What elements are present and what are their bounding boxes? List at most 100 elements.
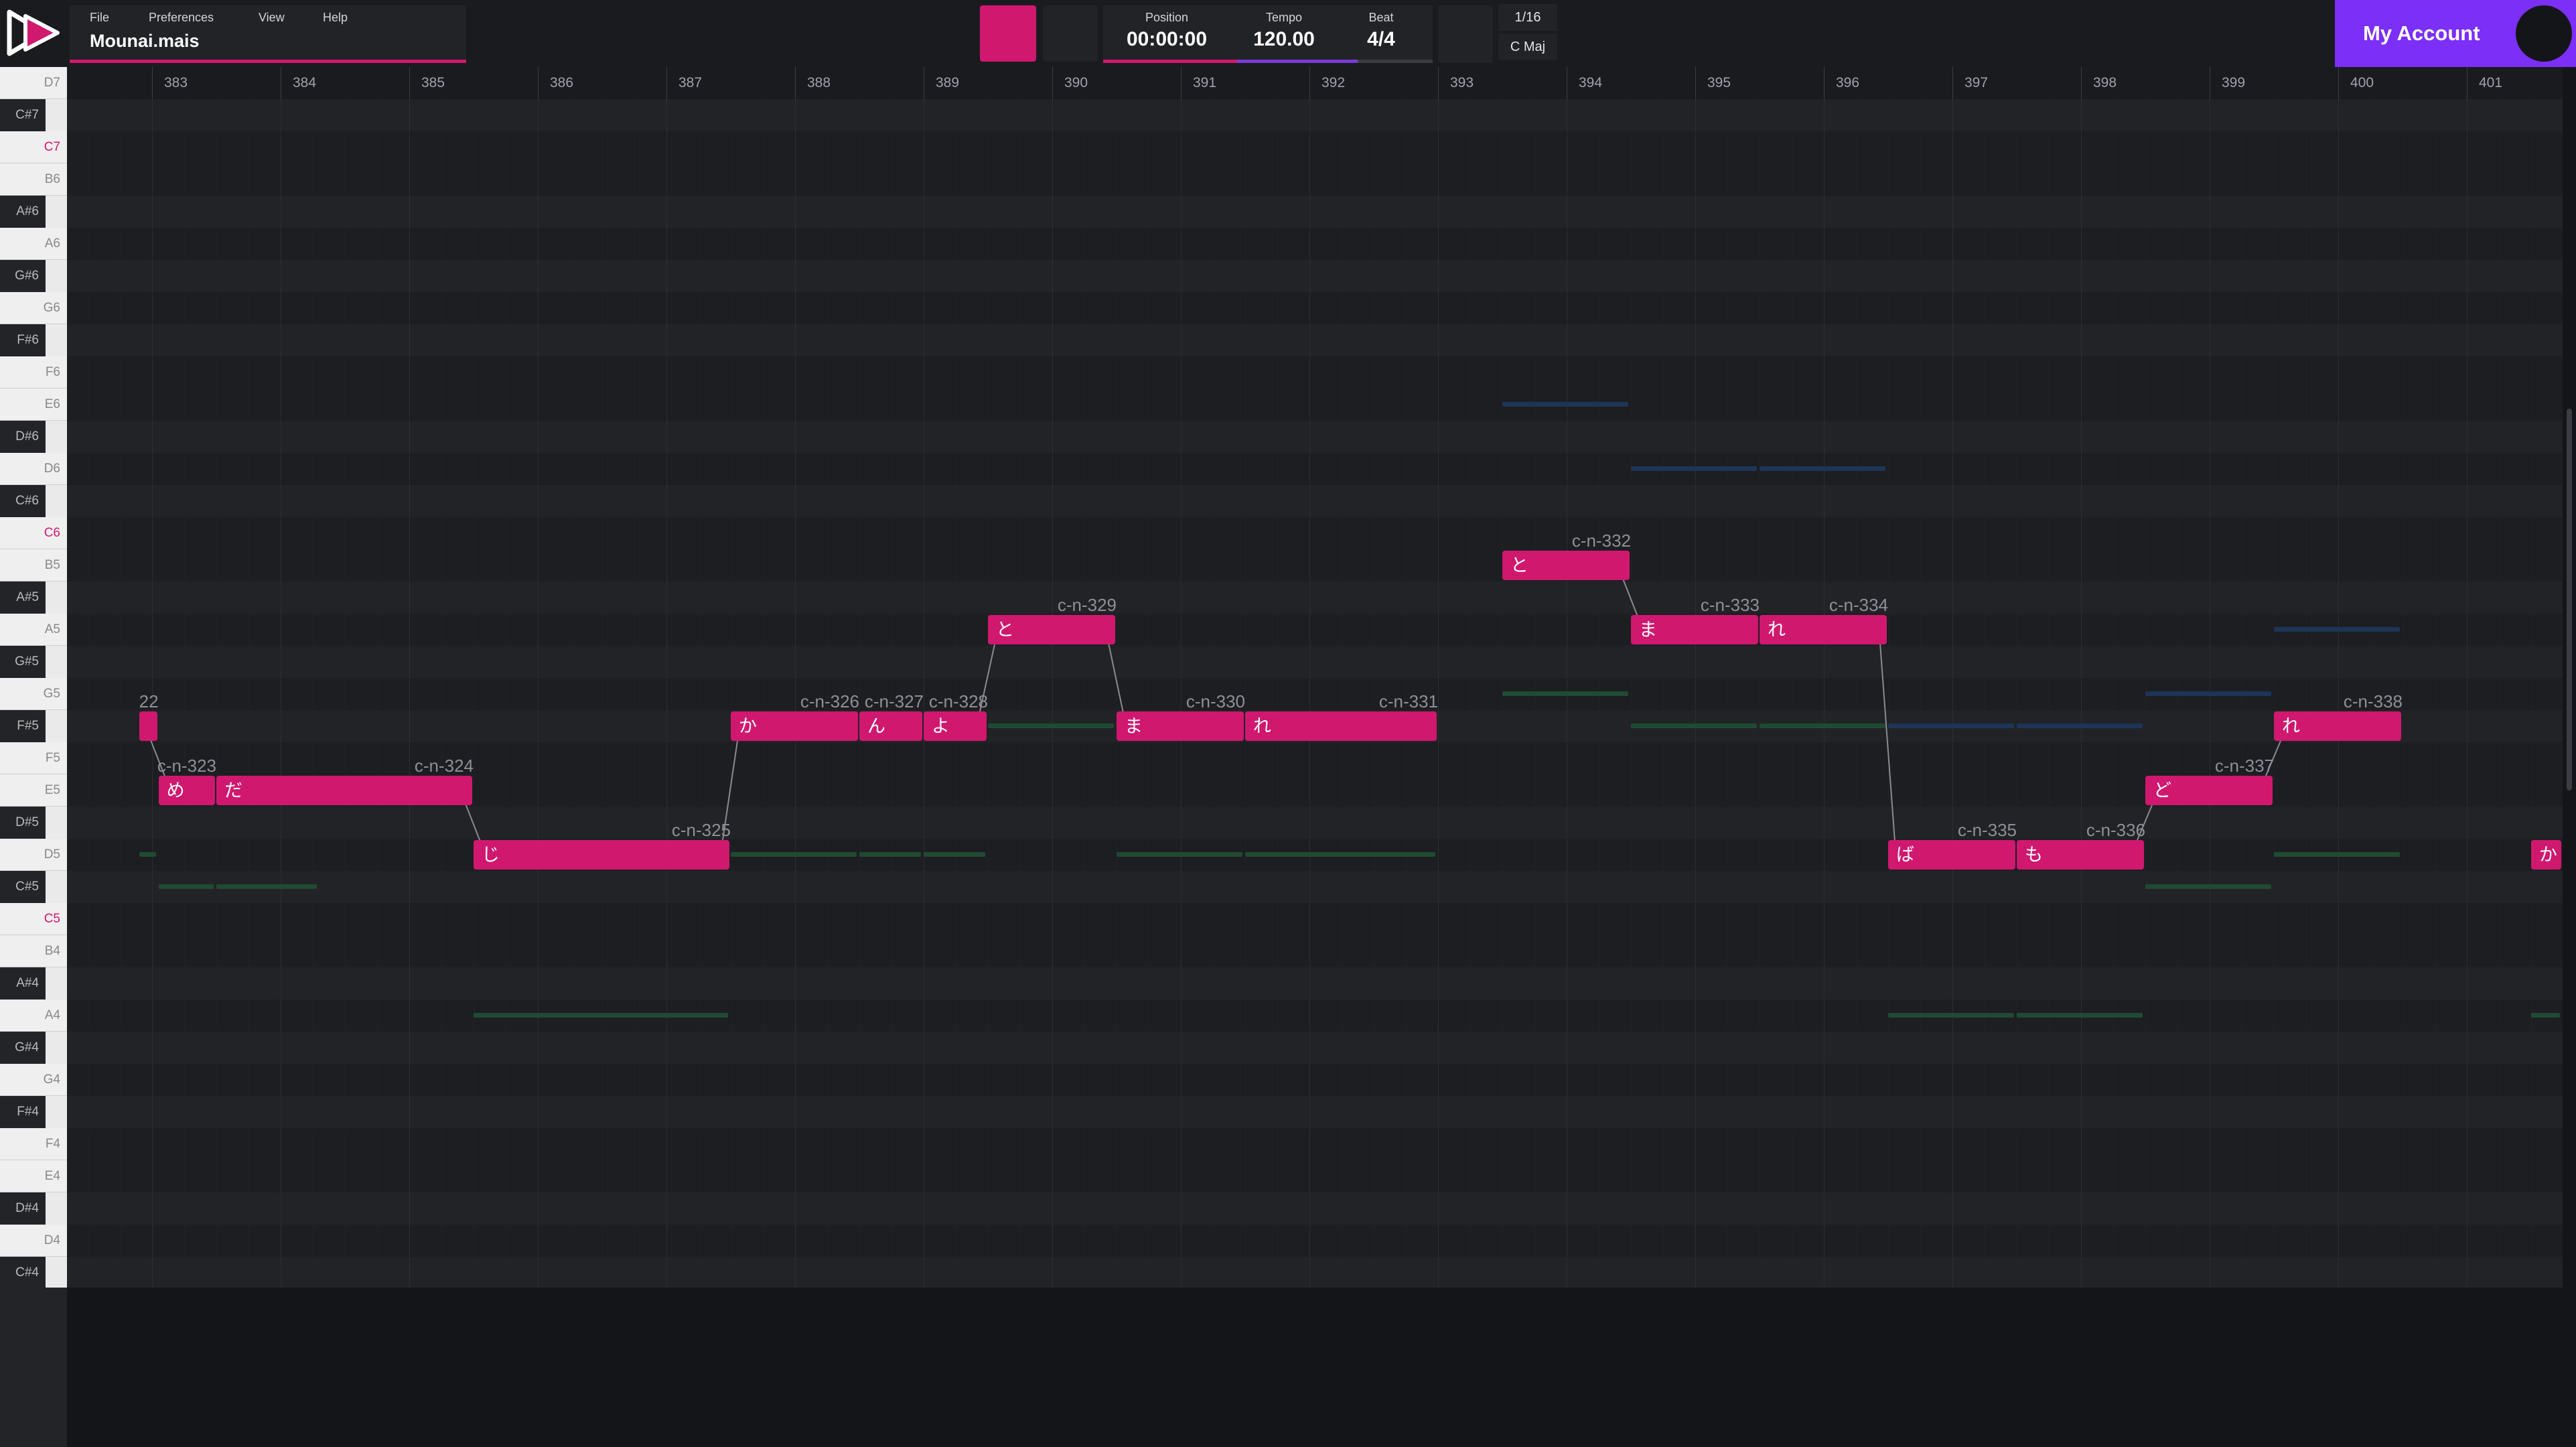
beat-line <box>570 67 571 1288</box>
ruler-bar-number: 385 <box>421 75 445 90</box>
ruler-tick <box>152 67 153 99</box>
piano-key-d7[interactable]: D7 <box>0 67 67 99</box>
ruler-tick <box>1181 67 1182 99</box>
piano-key-e4[interactable]: E4 <box>0 1160 67 1192</box>
piano-key-fs6[interactable]: F#6 <box>0 324 46 356</box>
keyboard-footer <box>0 1288 67 1447</box>
ruler-bar-number: 387 <box>678 75 703 90</box>
note-block[interactable]: ま <box>1117 711 1244 741</box>
piano-key-ds4[interactable]: D#4 <box>0 1192 46 1225</box>
note-block[interactable]: じ <box>474 840 729 870</box>
note-block[interactable]: よ <box>924 711 987 741</box>
piano-key-gs4[interactable]: G#4 <box>0 1032 46 1064</box>
piano-key-c5[interactable]: C5 <box>0 903 67 935</box>
ruler-bar-number: 395 <box>1707 75 1731 90</box>
piano-key-d4[interactable]: D4 <box>0 1225 67 1257</box>
note-block[interactable]: と <box>988 615 1115 644</box>
ruler-tick <box>1952 67 1953 99</box>
key-selector[interactable]: C Maj <box>1498 33 1557 60</box>
app-logo[interactable] <box>3 3 63 63</box>
piano-key-gs6[interactable]: G#6 <box>0 260 46 292</box>
piano-key-as5[interactable]: A#5 <box>0 581 46 614</box>
piano-key-b5[interactable]: B5 <box>0 549 67 581</box>
beat-line <box>859 67 860 1288</box>
note-id-label: c-n-338 <box>2343 691 2403 711</box>
note-block[interactable]: ん <box>859 711 922 741</box>
piano-key-cs6[interactable]: C#6 <box>0 485 46 517</box>
play-logo-icon <box>7 9 60 56</box>
scrollbar-thumb[interactable] <box>2567 409 2572 790</box>
ruler-bar-number: 396 <box>1836 75 1860 90</box>
piano-key-c7[interactable]: C7 <box>0 131 67 163</box>
piano-key-as6[interactable]: A#6 <box>0 196 46 228</box>
piano-key-ds6[interactable]: D#6 <box>0 421 46 453</box>
piano-key-c6[interactable]: C6 <box>0 517 67 549</box>
piano-key-f4[interactable]: F4 <box>0 1128 67 1160</box>
ruler-bar-number: 397 <box>1964 75 1989 90</box>
piano-key-a5[interactable]: A5 <box>0 614 67 646</box>
piano-key-d6[interactable]: D6 <box>0 453 67 485</box>
ruler-bar-number: 401 <box>2479 75 2503 90</box>
note-id-label: c-n-329 <box>1057 595 1117 615</box>
piano-roll-grid[interactable] <box>67 67 2563 1288</box>
piano-key-e5[interactable]: E5 <box>0 774 67 807</box>
piano-key-f5[interactable]: F5 <box>0 742 67 774</box>
piano-key-ds5[interactable]: D#5 <box>0 807 46 839</box>
note-block[interactable]: れ <box>2274 711 2401 741</box>
note-block[interactable]: か <box>2531 840 2561 870</box>
piano-key-as4[interactable]: A#4 <box>0 967 46 1000</box>
note-block[interactable]: と <box>1502 551 1630 580</box>
record-button[interactable] <box>980 5 1036 62</box>
reference-pitch-line <box>2274 627 2400 632</box>
note-id-label: 22 <box>139 691 159 711</box>
note-block[interactable] <box>139 711 157 741</box>
bar-line <box>1181 67 1182 1288</box>
my-account-button[interactable]: My Account <box>2335 0 2576 67</box>
tempo-value[interactable]: 120.00 <box>1244 28 1324 51</box>
metronome-button[interactable] <box>1438 5 1493 63</box>
note-block[interactable]: か <box>731 711 858 741</box>
piano-key-cs4[interactable]: C#4 <box>0 1257 46 1289</box>
piano-key-b4[interactable]: B4 <box>0 935 67 967</box>
piano-key-b6[interactable]: B6 <box>0 163 67 196</box>
play-button[interactable] <box>1043 5 1098 62</box>
piano-key-gs5[interactable]: G#5 <box>0 646 46 678</box>
beat-line <box>1245 67 1246 1288</box>
reference-pitch-line <box>2145 884 2271 889</box>
piano-key-a6[interactable]: A6 <box>0 228 67 260</box>
note-block[interactable]: だ <box>216 776 472 805</box>
reference-pitch-line <box>2274 852 2400 857</box>
note-block[interactable]: も <box>2017 840 2144 870</box>
note-block[interactable]: れ <box>1245 711 1437 741</box>
piano-key-cs5[interactable]: C#5 <box>0 871 46 903</box>
piano-key-g6[interactable]: G6 <box>0 292 67 324</box>
reference-pitch-line <box>139 852 156 857</box>
menu-view[interactable]: View <box>259 11 285 25</box>
piano-key-f6[interactable]: F6 <box>0 356 67 389</box>
menu-file[interactable]: File <box>90 11 109 25</box>
menu-preferences[interactable]: Preferences <box>149 11 214 25</box>
ruler-bar-number: 384 <box>293 75 317 90</box>
piano-key-e6[interactable]: E6 <box>0 389 67 421</box>
menu-help[interactable]: Help <box>323 11 348 25</box>
ruler-bar-number: 390 <box>1064 75 1088 90</box>
piano-key-fs5[interactable]: F#5 <box>0 710 46 742</box>
snap-selector[interactable]: 1/16 <box>1498 4 1557 31</box>
piano-key-g4[interactable]: G4 <box>0 1064 67 1096</box>
note-block[interactable]: ま <box>1631 615 1758 644</box>
beat-line <box>1213 67 1214 1288</box>
timeline-ruler[interactable]: 383 384 385 386 387 388 389 390 391 392 393 394 395 3… <box>67 67 2563 99</box>
beat-line <box>2145 67 2146 1288</box>
piano-key-d5[interactable]: D5 <box>0 839 67 871</box>
note-block[interactable]: れ <box>1760 615 1887 644</box>
piano-key-cs7[interactable]: C#7 <box>0 99 46 131</box>
piano-key-a4[interactable]: A4 <box>0 1000 67 1032</box>
avatar[interactable] <box>2516 5 2572 62</box>
note-block[interactable]: ば <box>1888 840 2015 870</box>
piano-key-fs4[interactable]: F#4 <box>0 1096 46 1128</box>
note-block[interactable]: ど <box>2145 776 2273 805</box>
ruler-tick <box>538 67 539 99</box>
position-value[interactable]: 00:00:00 <box>1117 28 1217 51</box>
beat-value[interactable]: 4/4 <box>1351 28 1411 51</box>
note-block[interactable]: め <box>158 776 215 805</box>
